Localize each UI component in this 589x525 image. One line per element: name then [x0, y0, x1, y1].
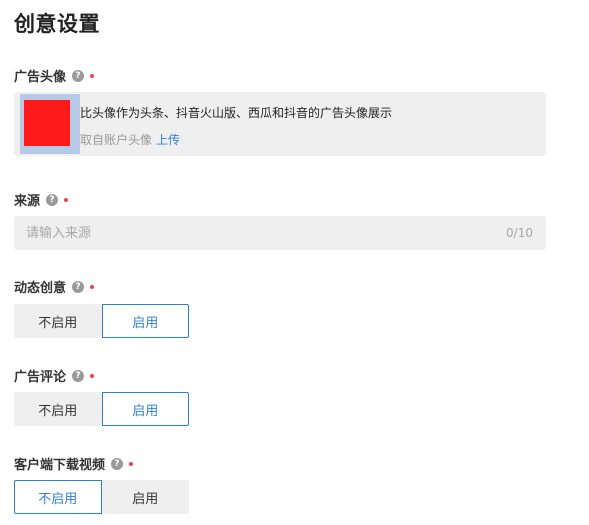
client-download-video-enable-button[interactable]: 启用 [101, 480, 189, 514]
ad-comment-label: 广告评论 ? [14, 366, 95, 385]
char-counter: 0/10 [506, 226, 533, 240]
dynamic-creative-label-text: 动态创意 [14, 281, 67, 296]
avatar-field-label: 广告头像 ? [14, 66, 95, 85]
help-icon[interactable]: ? [46, 193, 59, 206]
ad-comment-enable-button[interactable]: 启用 [101, 392, 189, 426]
source-field-label: 来源 ? [14, 190, 69, 209]
upload-link[interactable]: 上传 [156, 133, 180, 147]
ad-comment-label-text: 广告评论 [14, 370, 67, 385]
client-download-video-toggle: 不启用 启用 [14, 480, 189, 514]
help-icon[interactable]: ? [72, 369, 85, 382]
client-download-video-disable-button[interactable]: 不启用 [14, 480, 102, 514]
avatar-source-line: 取自账户头像 上传 [80, 131, 180, 148]
avatar-red-fill [24, 100, 70, 146]
source-input-wrapper: 0/10 [14, 216, 546, 250]
required-dot [90, 373, 95, 378]
avatar-description: 比头像作为头条、抖音火山版、西瓜和抖音的广告头像展示 [80, 106, 393, 120]
ad-comment-disable-button[interactable]: 不启用 [14, 392, 102, 426]
creative-settings-page: 创意设置 广告头像 ? 比头像作为头条、抖音火山版、西瓜和抖音的广告头像展示 取… [0, 0, 589, 525]
avatar-source-text: 取自账户头像 [80, 133, 153, 147]
required-dot [90, 284, 95, 289]
avatar-panel: 比头像作为头条、抖音火山版、西瓜和抖音的广告头像展示 取自账户头像 上传 [14, 92, 546, 156]
help-icon[interactable]: ? [72, 280, 85, 293]
source-input[interactable] [14, 216, 506, 250]
dynamic-creative-label: 动态创意 ? [14, 277, 95, 296]
source-label-text: 来源 [14, 194, 41, 209]
dynamic-creative-disable-button[interactable]: 不启用 [14, 304, 102, 338]
dynamic-creative-enable-button[interactable]: 启用 [101, 304, 189, 338]
required-dot [90, 73, 95, 78]
avatar-image [20, 94, 80, 154]
page-title: 创意设置 [14, 12, 100, 36]
required-dot [129, 461, 134, 466]
ad-comment-toggle: 不启用 启用 [14, 392, 189, 426]
help-icon[interactable]: ? [111, 457, 124, 470]
help-icon[interactable]: ? [72, 69, 85, 82]
client-download-video-label: 客户端下载视频 ? [14, 454, 134, 473]
dynamic-creative-toggle: 不启用 启用 [14, 304, 189, 338]
avatar-label-text: 广告头像 [14, 70, 67, 85]
client-download-video-label-text: 客户端下载视频 [14, 458, 106, 473]
required-dot [64, 197, 69, 202]
